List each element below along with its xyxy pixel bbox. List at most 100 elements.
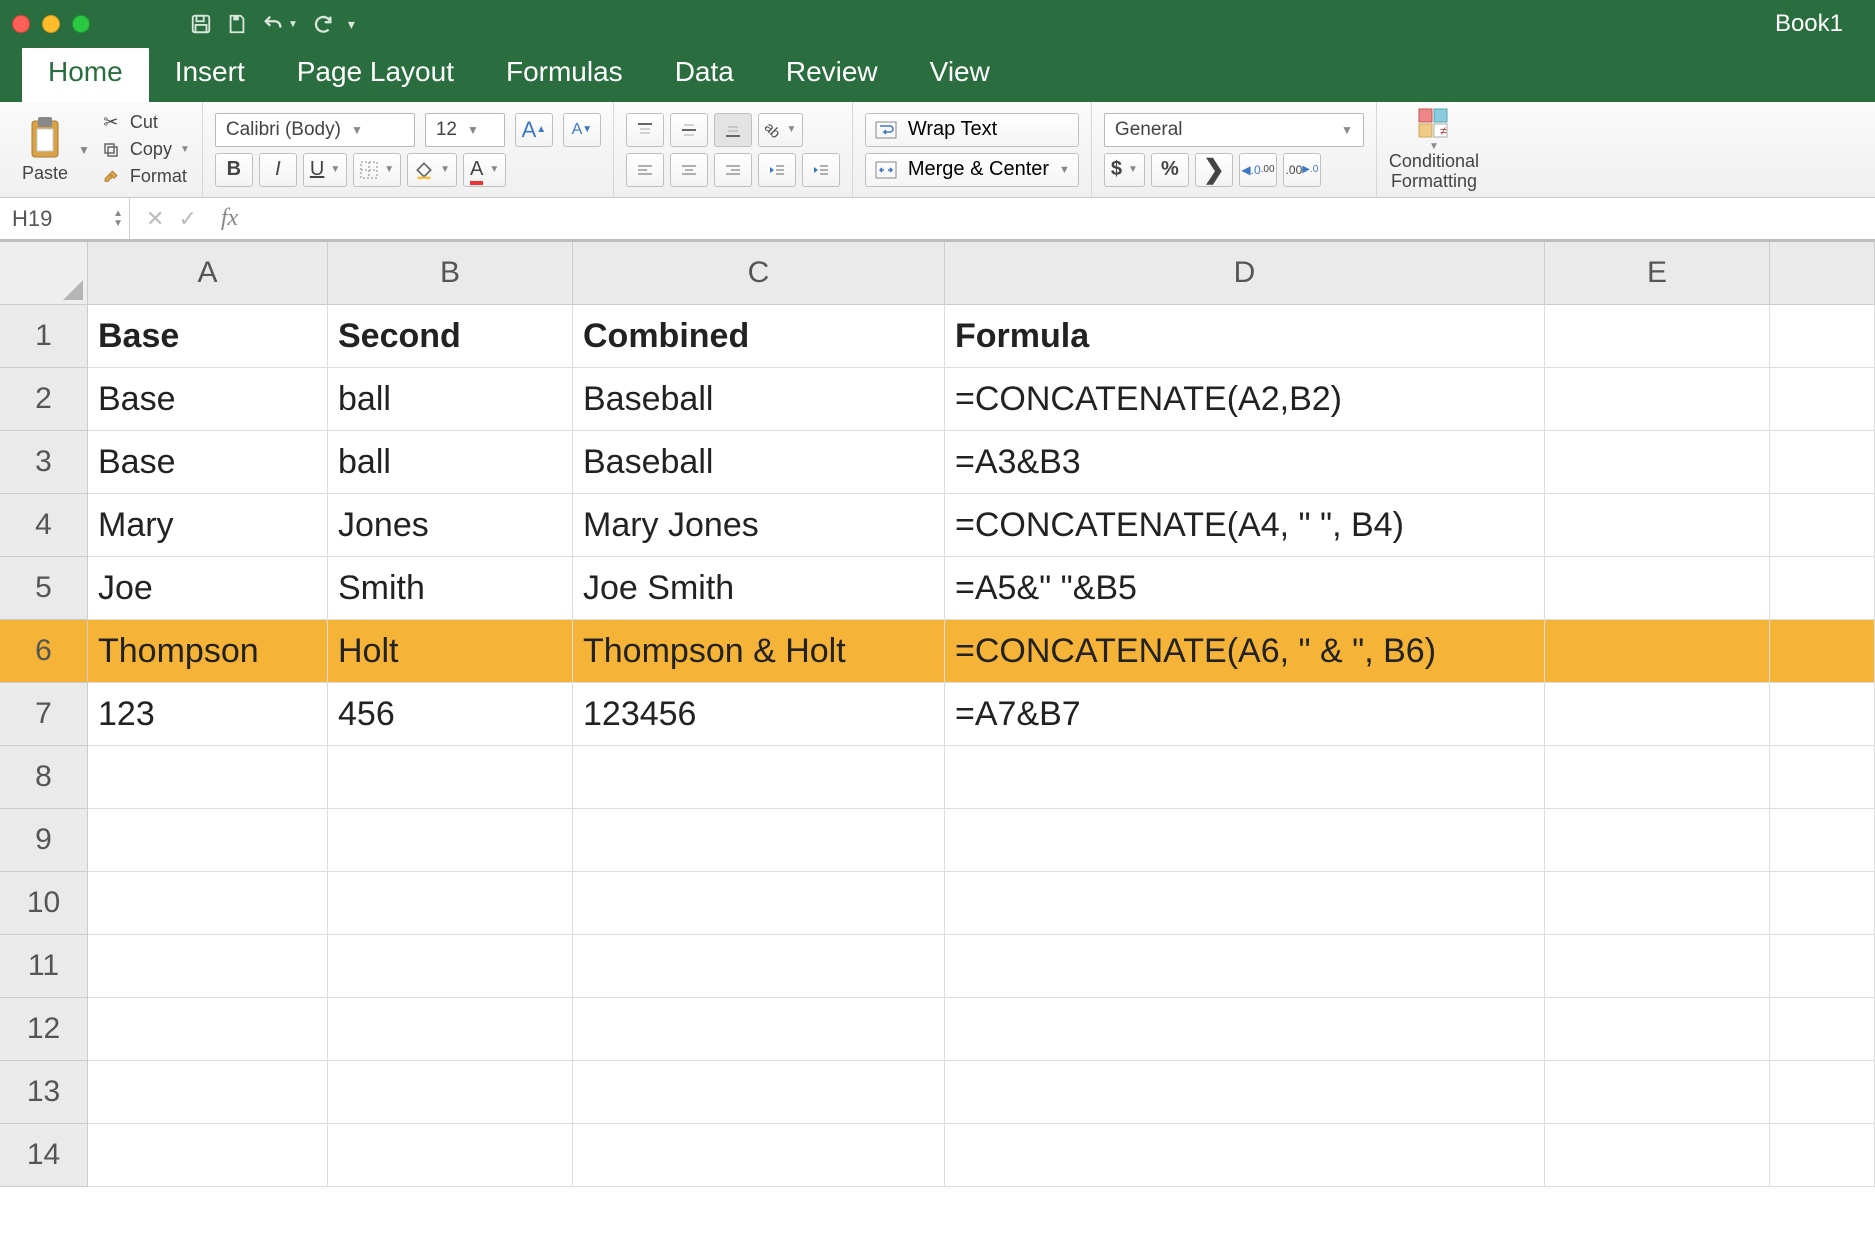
cell-blank-2[interactable] xyxy=(1770,368,1875,431)
cell-A12[interactable] xyxy=(88,998,328,1061)
cell-A9[interactable] xyxy=(88,809,328,872)
cell-B12[interactable] xyxy=(328,998,573,1061)
cell-A8[interactable] xyxy=(88,746,328,809)
cell-C6[interactable]: Thompson & Holt xyxy=(573,620,945,683)
increase-decimal-button[interactable]: ◀.0.00 xyxy=(1239,153,1277,187)
cell-blank-6[interactable] xyxy=(1770,620,1875,683)
cell-A3[interactable]: Base xyxy=(88,431,328,494)
column-header-C[interactable]: C xyxy=(573,242,945,305)
row-header-9[interactable]: 9 xyxy=(0,809,88,872)
paste-button[interactable]: Paste xyxy=(22,115,68,184)
copy-button[interactable]: Copy ▼ xyxy=(100,139,190,160)
decrease-indent-button[interactable] xyxy=(758,153,796,187)
tab-insert[interactable]: Insert xyxy=(149,44,271,102)
row-header-3[interactable]: 3 xyxy=(0,431,88,494)
enter-formula-icon[interactable]: ✓ xyxy=(178,206,196,232)
cell-C13[interactable] xyxy=(573,1061,945,1124)
cell-blank-9[interactable] xyxy=(1770,809,1875,872)
redo-button[interactable] xyxy=(312,13,334,35)
tab-formulas[interactable]: Formulas xyxy=(480,44,649,102)
cell-D4[interactable]: =CONCATENATE(A4, " ", B4) xyxy=(945,494,1545,557)
cell-E13[interactable] xyxy=(1545,1061,1770,1124)
row-header-13[interactable]: 13 xyxy=(0,1061,88,1124)
font-size-select[interactable]: 12 ▼ xyxy=(425,113,505,147)
cell-C11[interactable] xyxy=(573,935,945,998)
font-color-button[interactable]: A ▼ xyxy=(463,153,506,187)
tab-page-layout[interactable]: Page Layout xyxy=(271,44,480,102)
cell-D2[interactable]: =CONCATENATE(A2,B2) xyxy=(945,368,1545,431)
undo-button[interactable]: ▼ xyxy=(262,13,298,35)
cell-B14[interactable] xyxy=(328,1124,573,1187)
cell-blank-7[interactable] xyxy=(1770,683,1875,746)
align-middle-button[interactable] xyxy=(670,113,708,147)
cell-E12[interactable] xyxy=(1545,998,1770,1061)
cell-blank-13[interactable] xyxy=(1770,1061,1875,1124)
tab-data[interactable]: Data xyxy=(649,44,760,102)
conditional-formatting-button[interactable]: ≠ ▼ Conditional Formatting xyxy=(1389,107,1479,192)
borders-button[interactable]: ▼ xyxy=(353,153,401,187)
cell-C4[interactable]: Mary Jones xyxy=(573,494,945,557)
row-header-12[interactable]: 12 xyxy=(0,998,88,1061)
row-header-10[interactable]: 10 xyxy=(0,872,88,935)
cell-C9[interactable] xyxy=(573,809,945,872)
cell-blank-14[interactable] xyxy=(1770,1124,1875,1187)
cell-A4[interactable]: Mary xyxy=(88,494,328,557)
column-header-A[interactable]: A xyxy=(88,242,328,305)
format-painter-button[interactable]: Format xyxy=(100,166,190,187)
cell-C7[interactable]: 123456 xyxy=(573,683,945,746)
cell-A14[interactable] xyxy=(88,1124,328,1187)
fill-color-button[interactable]: ▼ xyxy=(407,153,457,187)
cell-D7[interactable]: =A7&B7 xyxy=(945,683,1545,746)
number-format-select[interactable]: General ▼ xyxy=(1104,113,1364,147)
cell-blank-4[interactable] xyxy=(1770,494,1875,557)
cell-B2[interactable]: ball xyxy=(328,368,573,431)
align-center-button[interactable] xyxy=(670,153,708,187)
italic-button[interactable]: I xyxy=(259,153,297,187)
align-right-button[interactable] xyxy=(714,153,752,187)
row-header-2[interactable]: 2 xyxy=(0,368,88,431)
cell-B4[interactable]: Jones xyxy=(328,494,573,557)
cell-C3[interactable]: Baseball xyxy=(573,431,945,494)
cell-D12[interactable] xyxy=(945,998,1545,1061)
merge-center-button[interactable]: Merge & Center ▼ xyxy=(865,153,1079,187)
bold-button[interactable]: B xyxy=(215,153,253,187)
cell-blank-3[interactable] xyxy=(1770,431,1875,494)
cell-D8[interactable] xyxy=(945,746,1545,809)
cell-D3[interactable]: =A3&B3 xyxy=(945,431,1545,494)
cell-B5[interactable]: Smith xyxy=(328,557,573,620)
close-button[interactable] xyxy=(12,15,30,33)
formula-input[interactable] xyxy=(246,198,1875,239)
row-header-5[interactable]: 5 xyxy=(0,557,88,620)
cell-A5[interactable]: Joe xyxy=(88,557,328,620)
align-left-button[interactable] xyxy=(626,153,664,187)
cell-E10[interactable] xyxy=(1545,872,1770,935)
cell-D10[interactable] xyxy=(945,872,1545,935)
cell-E5[interactable] xyxy=(1545,557,1770,620)
cell-B6[interactable]: Holt xyxy=(328,620,573,683)
cell-A6[interactable]: Thompson xyxy=(88,620,328,683)
cell-B11[interactable] xyxy=(328,935,573,998)
cell-blank-5[interactable] xyxy=(1770,557,1875,620)
cell-D6[interactable]: =CONCATENATE(A6, " & ", B6) xyxy=(945,620,1545,683)
tab-view[interactable]: View xyxy=(904,44,1016,102)
row-header-6[interactable]: 6 xyxy=(0,620,88,683)
cell-E1[interactable] xyxy=(1545,305,1770,368)
cell-D1[interactable]: Formula xyxy=(945,305,1545,368)
cell-blank-10[interactable] xyxy=(1770,872,1875,935)
column-header-D[interactable]: D xyxy=(945,242,1545,305)
cell-C10[interactable] xyxy=(573,872,945,935)
increase-indent-button[interactable] xyxy=(802,153,840,187)
column-header-E[interactable]: E xyxy=(1545,242,1770,305)
column-header-blank[interactable] xyxy=(1770,242,1875,305)
select-all-corner[interactable] xyxy=(0,242,88,305)
comma-button[interactable]: ❯ xyxy=(1195,153,1233,187)
cell-D13[interactable] xyxy=(945,1061,1545,1124)
cell-B9[interactable] xyxy=(328,809,573,872)
cell-E11[interactable] xyxy=(1545,935,1770,998)
cell-B3[interactable]: ball xyxy=(328,431,573,494)
decrease-font-button[interactable]: A▼ xyxy=(563,113,601,147)
cell-C1[interactable]: Combined xyxy=(573,305,945,368)
column-header-B[interactable]: B xyxy=(328,242,573,305)
cell-D14[interactable] xyxy=(945,1124,1545,1187)
cell-E8[interactable] xyxy=(1545,746,1770,809)
